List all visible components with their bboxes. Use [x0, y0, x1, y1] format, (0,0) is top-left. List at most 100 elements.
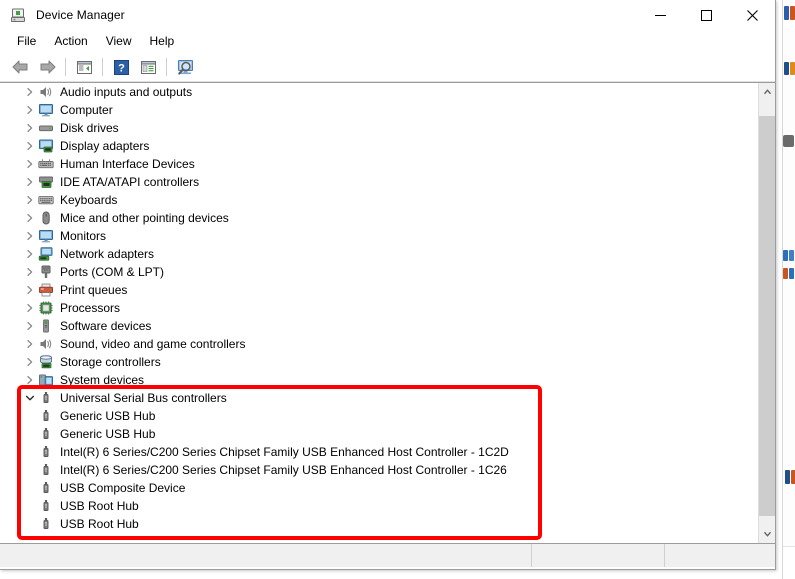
menu-item-action[interactable]: Action [45, 31, 96, 51]
maximize-icon [700, 9, 712, 21]
monitor-icon [38, 228, 54, 244]
tree-row[interactable]: Storage controllers [0, 353, 758, 371]
device-label: USB Root Hub [60, 517, 139, 531]
menu-item-file[interactable]: File [8, 31, 45, 51]
scan-monitor-magnifier-icon [177, 59, 193, 75]
chevron-right-icon[interactable] [22, 174, 38, 190]
scroll-down-button[interactable] [759, 526, 775, 543]
speaker-icon [38, 336, 54, 352]
scrollbar-thumb[interactable] [759, 116, 775, 516]
tree-row[interactable]: Software devices [0, 317, 758, 335]
minimize-button[interactable] [637, 0, 683, 30]
console-tree-icon [76, 60, 92, 74]
software-device-icon [38, 318, 54, 334]
tree-vertical-scrollbar[interactable] [758, 83, 775, 543]
tree-row[interactable]: System devices [0, 371, 758, 389]
maximize-button[interactable] [683, 0, 729, 30]
speaker-icon [38, 84, 54, 100]
chevron-right-icon[interactable] [22, 264, 38, 280]
chevron-right-icon [27, 249, 33, 259]
tree-row[interactable]: USB Root Hub [0, 515, 758, 533]
chevron-right-icon[interactable] [22, 102, 38, 118]
tree-row[interactable]: Universal Serial Bus controllers [0, 389, 758, 407]
tree-row[interactable]: USB Composite Device [0, 479, 758, 497]
forward-button[interactable] [35, 56, 59, 79]
chevron-right-icon [27, 339, 33, 349]
tree-row[interactable]: Mice and other pointing devices [0, 209, 758, 227]
scan-hardware-changes-button[interactable] [173, 56, 197, 79]
help-button[interactable]: ? [109, 56, 133, 79]
device-manager-icon [10, 7, 27, 24]
chevron-right-icon[interactable] [22, 156, 38, 172]
chevron-right-icon[interactable] [22, 84, 38, 100]
help-question-icon: ? [113, 59, 129, 75]
device-label: Disk drives [60, 121, 119, 135]
chevron-right-icon [27, 177, 33, 187]
forward-arrow-icon [40, 60, 55, 74]
usb-icon [38, 444, 54, 460]
chevron-right-icon[interactable] [22, 318, 38, 334]
device-label: IDE ATA/ATAPI controllers [60, 175, 200, 189]
tree-row[interactable]: Computer [0, 101, 758, 119]
device-label: Software devices [60, 319, 152, 333]
chevron-right-icon[interactable] [22, 138, 38, 154]
tree-row[interactable]: Monitors [0, 227, 758, 245]
chevron-down-icon [25, 395, 35, 401]
title-bar[interactable]: Device Manager [0, 0, 775, 30]
tree-row[interactable]: Keyboards [0, 191, 758, 209]
chevron-right-icon[interactable] [22, 210, 38, 226]
chevron-right-icon[interactable] [22, 246, 38, 262]
usb-icon [38, 408, 54, 424]
device-label: Intel(R) 6 Series/C200 Series Chipset Fa… [60, 463, 507, 477]
status-pane-end [665, 544, 775, 567]
device-label: Monitors [60, 229, 107, 243]
tree-row[interactable]: Processors [0, 299, 758, 317]
tree-row[interactable]: Generic USB Hub [0, 425, 758, 443]
chevron-right-icon[interactable] [22, 228, 38, 244]
device-label: Display adapters [60, 139, 150, 153]
tree-row[interactable]: Print queues [0, 281, 758, 299]
tree-row[interactable]: Network adapters [0, 245, 758, 263]
chevron-down-icon[interactable] [22, 390, 38, 406]
scroll-up-button[interactable] [759, 83, 775, 100]
tree-row[interactable]: Generic USB Hub [0, 407, 758, 425]
chevron-right-icon[interactable] [22, 372, 38, 388]
status-bar [0, 543, 775, 567]
network-adapter-icon [38, 246, 54, 262]
tree-row[interactable]: Ports (COM & LPT) [0, 263, 758, 281]
show-hide-console-tree-button[interactable] [72, 56, 96, 79]
tree-row[interactable]: USB Root Hub [0, 497, 758, 515]
chevron-right-icon[interactable] [22, 192, 38, 208]
back-button[interactable] [8, 56, 32, 79]
usb-icon [38, 390, 54, 406]
device-label: Ports (COM & LPT) [60, 265, 165, 279]
device-label: Computer [60, 103, 113, 117]
tree-row[interactable]: IDE ATA/ATAPI controllers [0, 173, 758, 191]
menu-item-view[interactable]: View [97, 31, 141, 51]
chevron-right-icon [27, 87, 33, 97]
tree-row[interactable]: Intel(R) 6 Series/C200 Series Chipset Fa… [0, 443, 758, 461]
chevron-right-icon[interactable] [22, 354, 38, 370]
tree-row[interactable]: Intel(R) 6 Series/C200 Series Chipset Fa… [0, 461, 758, 479]
close-button[interactable] [729, 0, 775, 30]
chevron-right-icon[interactable] [22, 300, 38, 316]
device-label: Human Interface Devices [60, 157, 195, 171]
tree-row[interactable]: Audio inputs and outputs [0, 83, 758, 101]
tree-row[interactable]: Display adapters [0, 137, 758, 155]
monitor-icon [38, 102, 54, 118]
svg-text:?: ? [118, 62, 125, 74]
tree-row[interactable]: Disk drives [0, 119, 758, 137]
properties-button[interactable] [136, 56, 160, 79]
storage-controller-icon [38, 354, 54, 370]
tree-row[interactable]: Sound, video and game controllers [0, 335, 758, 353]
usb-icon [38, 426, 54, 442]
device-tree-list[interactable]: Audio inputs and outputs Computer Disk dri… [0, 83, 758, 543]
menu-bar: File Action View Help [0, 30, 775, 53]
chevron-right-icon[interactable] [22, 282, 38, 298]
menu-item-help[interactable]: Help [141, 31, 184, 51]
chevron-right-icon [27, 303, 33, 313]
tree-row[interactable]: Human Interface Devices [0, 155, 758, 173]
chevron-right-icon[interactable] [22, 120, 38, 136]
chevron-right-icon[interactable] [22, 336, 38, 352]
minimize-icon [654, 14, 666, 16]
